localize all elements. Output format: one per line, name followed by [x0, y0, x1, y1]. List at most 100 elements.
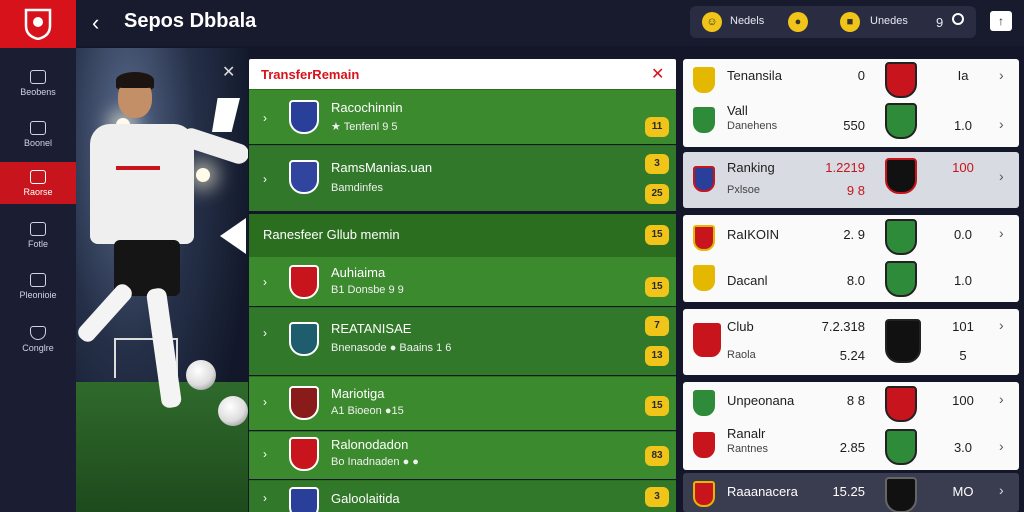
chevron-right-icon: ›	[999, 317, 1004, 333]
currency-pill[interactable]: ☺ Nedels ● ■ Unedes 9	[690, 6, 976, 38]
club-badge-icon	[693, 432, 715, 458]
sidebar: Beobens Boonel Raorse Fotle Pleonioie Co…	[0, 0, 76, 512]
ranking-row[interactable]: Ranking Pxlsoe 1.2219 9 8 100 ›	[683, 152, 1019, 198]
crest-icon	[885, 429, 917, 465]
ranking-row[interactable]: Vall Danehens 550 1.0 ›	[683, 103, 1019, 149]
player-image: ✕	[76, 48, 248, 512]
ranking-row[interactable]: Unpeonana 8 8 100 ›	[683, 382, 1019, 428]
transfer-header: TransferRemain ✕	[249, 59, 676, 89]
transfer-row[interactable]: › Galoolaitida 3	[249, 480, 676, 512]
team-value: 1.0	[953, 273, 973, 288]
ranking-row[interactable]: Tenansila 0 Ia ›	[683, 59, 1019, 105]
ranking-row[interactable]: Raaanacera 15.25 MO ›	[683, 473, 1019, 512]
count-badge: 15	[645, 277, 669, 297]
chevron-right-icon: ›	[999, 168, 1004, 184]
team-score: 7.2.318	[821, 319, 865, 334]
transfer-row[interactable]: › Auhiaima B1 Donsbe 9 9 15	[249, 256, 676, 306]
team-value: 100	[952, 393, 974, 408]
image-icon	[30, 272, 46, 287]
club-badge-icon	[289, 160, 319, 194]
club-badge-icon	[289, 386, 319, 420]
team-score-2: 5.24	[839, 348, 865, 363]
chevron-right-icon: ›	[263, 326, 267, 340]
club-badge-icon	[289, 437, 319, 471]
team-name: Unpeonana	[727, 393, 795, 408]
transfer-row[interactable]: › REATANISAE Bnenasode ● Baains 1 6 7 13	[249, 307, 676, 375]
search-icon[interactable]	[952, 13, 964, 25]
ranking-panel: Tenansila 0 Ia › Vall Danehens 550 1.0 ›…	[683, 59, 1019, 512]
team-name: RaIKOIN	[727, 227, 780, 242]
ranking-card: RaIKOIN 2. 9 0.0 › Dacanl 8.0 1.0	[683, 215, 1019, 302]
sidebar-item-config[interactable]: Conglre	[0, 318, 76, 360]
crest-icon	[885, 477, 917, 512]
section-header: Ranesfeer Gllub memin 15	[249, 214, 676, 256]
chevron-right-icon: ›	[263, 111, 267, 125]
ranking-card-highlight: Ranking Pxlsoe 1.2219 9 8 100 ›	[683, 152, 1019, 208]
close-icon[interactable]: ✕	[651, 64, 664, 84]
ball-icon	[218, 396, 248, 426]
sidebar-item-label: Beobens	[20, 86, 56, 97]
sidebar-item-docs[interactable]: Fotle	[0, 214, 76, 256]
transfer-row[interactable]: › RamsManias.uan Bamdinfes 3 25	[249, 145, 676, 211]
ranking-row[interactable]: Club Raola 7.2.318 5.24 101 5 ›	[683, 309, 1019, 363]
team-name: Ranalr	[727, 426, 766, 441]
club-badge-icon	[693, 225, 715, 251]
count-badge: 3	[645, 154, 669, 174]
bag-icon	[30, 120, 46, 135]
transfer-row[interactable]: › Mariotiga A1 Bioeon ●15 15	[249, 376, 676, 430]
chevron-left-icon[interactable]: ‹	[92, 10, 99, 36]
transfer-title: TransferRemain	[261, 67, 360, 82]
crest-icon	[885, 62, 917, 98]
sidebar-item-media[interactable]: Pleonioie	[0, 265, 76, 307]
team-value: 100	[952, 160, 974, 175]
club-name: REATANISAE	[331, 321, 412, 336]
folder-icon	[30, 169, 46, 184]
collapse-arrow-icon[interactable]	[220, 218, 246, 254]
transfer-row[interactable]: › Racochinnin ★ Tenfenl 9 5 11	[249, 89, 676, 144]
ranking-row[interactable]: Dacanl 8.0 1.0	[683, 259, 1019, 305]
crest-icon	[885, 386, 917, 422]
team-score: 2. 9	[843, 227, 865, 242]
sidebar-item-home[interactable]: Beobens	[0, 62, 76, 104]
count-badge: 15	[645, 225, 669, 245]
top-bar: ‹ Sepos Dbbala ☺ Nedels ● ■ Unedes 9 ↑	[76, 0, 1024, 46]
close-icon[interactable]: ✕	[222, 62, 235, 82]
crest-icon	[24, 8, 52, 40]
doc-icon	[30, 221, 46, 236]
team-value: 101	[952, 319, 974, 334]
team-value: 3.0	[953, 440, 973, 455]
team-value: MO	[952, 484, 974, 499]
team-sub: Danehens	[727, 120, 778, 132]
club-logo[interactable]	[0, 0, 76, 48]
ranking-row[interactable]: Ranalr Rantnes 2.85 3.0 ›	[683, 426, 1019, 472]
chevron-right-icon: ›	[999, 438, 1004, 454]
club-badge-icon	[693, 67, 715, 93]
ranking-row[interactable]: RaIKOIN 2. 9 0.0 ›	[683, 215, 1019, 261]
club-badge-icon	[693, 481, 715, 507]
crest-icon	[885, 158, 917, 194]
sidebar-item-store[interactable]: Boonel	[0, 113, 76, 155]
team-name: Club	[727, 319, 754, 334]
club-name: Auhiaima	[331, 265, 386, 280]
club-badge-icon	[693, 390, 715, 416]
club-badge-icon	[289, 265, 319, 299]
team-score: 8 8	[846, 393, 865, 408]
chevron-right-icon: ›	[263, 491, 267, 505]
share-icon[interactable]: ↑	[990, 11, 1012, 31]
count-badge: 83	[645, 446, 669, 466]
club-name: Galoolaitida	[331, 491, 400, 506]
count-badge: 11	[645, 117, 669, 137]
club-sub: Bo Inadnaden ● ●	[331, 456, 419, 468]
club-name: Mariotiga	[331, 386, 385, 401]
count-badge: 15	[645, 396, 669, 416]
ranking-card: Tenansila 0 Ia › Vall Danehens 550 1.0 ›	[683, 59, 1019, 147]
app-root: Beobens Boonel Raorse Fotle Pleonioie Co…	[0, 0, 1024, 512]
chevron-right-icon: ›	[999, 116, 1004, 132]
ranking-card: Club Raola 7.2.318 5.24 101 5 ›	[683, 309, 1019, 375]
chevron-right-icon: ›	[999, 67, 1004, 83]
team-score: 1.2219	[825, 160, 865, 175]
club-badge-icon	[693, 323, 721, 357]
sidebar-item-transfers[interactable]: Raorse	[0, 162, 76, 204]
coin-icon: ●	[788, 12, 808, 32]
transfer-row[interactable]: › Ralonodadon Bo Inadnaden ● ● 83	[249, 431, 676, 479]
